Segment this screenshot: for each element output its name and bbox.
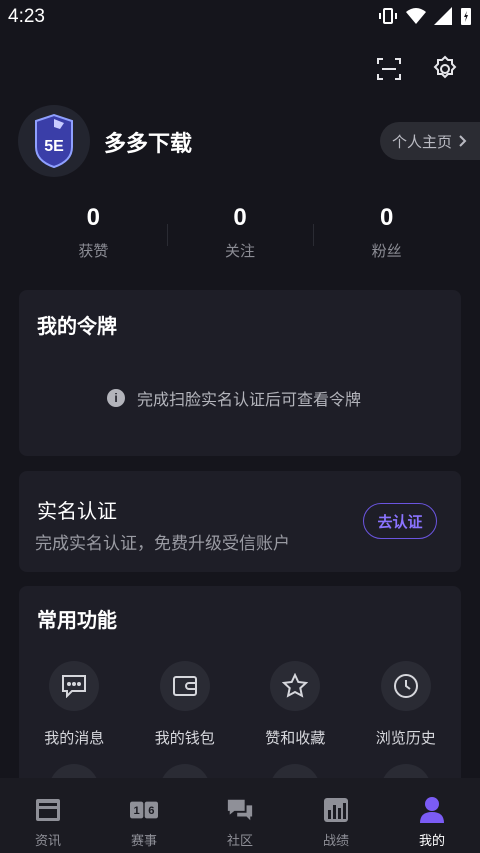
tab-label: 我的 xyxy=(418,833,445,848)
function-label: 赞和收藏 xyxy=(265,730,326,747)
function-messages[interactable]: 我的消息 xyxy=(19,661,130,748)
function-row2-slot xyxy=(19,764,130,778)
functions-card: 常用功能 我的消息 我的钱包 赞和收藏 浏览历史 xyxy=(19,586,461,778)
stat-value: 0 xyxy=(380,204,394,231)
scan-icon[interactable] xyxy=(374,54,404,84)
tab-label: 战绩 xyxy=(322,833,349,848)
verify-card-subtitle: 完成实名认证，免费升级受信账户 xyxy=(35,534,290,553)
tab-label: 社区 xyxy=(226,833,253,848)
wallet-icon xyxy=(159,661,210,711)
tab-label: 赛事 xyxy=(130,833,157,848)
star-icon xyxy=(270,661,321,711)
tab-me[interactable]: 我的 xyxy=(384,778,480,853)
svg-text:6: 6 xyxy=(148,805,154,817)
hidden-function-icon xyxy=(49,764,100,778)
status-icons xyxy=(378,6,472,26)
tab-matches[interactable]: 16 赛事 xyxy=(96,778,192,853)
stat-likes[interactable]: 0 获赞 xyxy=(20,204,167,268)
chevron-right-icon xyxy=(459,135,467,147)
wifi-icon xyxy=(406,8,426,24)
profile-homepage-button[interactable]: 个人主页 xyxy=(380,122,480,160)
function-wallet[interactable]: 我的钱包 xyxy=(130,661,241,748)
tab-stats[interactable]: 战绩 xyxy=(288,778,384,853)
vibrate-icon xyxy=(379,8,397,24)
top-actions xyxy=(374,54,460,84)
stat-value: 0 xyxy=(86,204,101,231)
info-icon: i xyxy=(107,389,125,407)
stat-label: 粉丝 xyxy=(371,243,402,260)
token-card: 我的令牌 i 完成扫脸实名认证后可查看令牌 xyxy=(19,290,461,456)
verify-card: 实名认证 完成实名认证，免费升级受信账户 去认证 xyxy=(19,471,461,572)
stat-label: 关注 xyxy=(225,243,256,260)
stat-following[interactable]: 0 关注 xyxy=(166,204,314,268)
token-card-title: 我的令牌 xyxy=(37,316,117,338)
hidden-function-icon xyxy=(380,764,431,778)
verify-button[interactable]: 去认证 xyxy=(363,503,437,539)
verify-card-title: 实名认证 xyxy=(37,501,117,523)
message-icon xyxy=(49,661,100,711)
stat-fans[interactable]: 0 粉丝 xyxy=(313,204,460,268)
stat-label: 获赞 xyxy=(78,243,109,260)
function-label: 我的消息 xyxy=(44,730,105,747)
stat-value: 0 xyxy=(233,204,247,231)
stats-row: 0 获赞 0 关注 0 粉丝 xyxy=(20,204,460,268)
token-message-text: 完成扫脸实名认证后可查看令牌 xyxy=(137,392,362,409)
functions-title: 常用功能 xyxy=(37,610,117,632)
function-label: 我的钱包 xyxy=(154,730,215,747)
stats-icon xyxy=(322,796,350,824)
user-icon xyxy=(418,796,446,824)
svg-text:5E: 5E xyxy=(44,138,64,155)
match-icon: 16 xyxy=(130,796,158,824)
functions-grid-row2 xyxy=(19,764,461,778)
clock-icon xyxy=(380,661,431,711)
hidden-function-icon xyxy=(270,764,321,778)
function-history[interactable]: 浏览历史 xyxy=(351,661,462,748)
function-row2-slot xyxy=(240,764,351,778)
tab-label: 资讯 xyxy=(34,833,61,848)
profile-homepage-label: 个人主页 xyxy=(392,133,453,151)
function-favorites[interactable]: 赞和收藏 xyxy=(240,661,351,748)
username: 多多下载 xyxy=(104,131,193,156)
functions-grid: 我的消息 我的钱包 赞和收藏 浏览历史 xyxy=(19,661,461,748)
tab-news[interactable]: 资讯 xyxy=(0,778,96,853)
function-label: 浏览历史 xyxy=(375,730,436,747)
function-row2-slot xyxy=(130,764,241,778)
community-icon xyxy=(226,796,254,824)
svg-text:1: 1 xyxy=(134,805,140,817)
token-message: i 完成扫脸实名认证后可查看令牌 xyxy=(107,386,361,410)
avatar[interactable]: 5E xyxy=(18,105,90,177)
status-time: 4:23 xyxy=(8,6,45,27)
battery-icon xyxy=(461,8,471,25)
tab-community[interactable]: 社区 xyxy=(192,778,288,853)
5e-logo-icon: 5E xyxy=(35,113,73,169)
status-bar: 4:23 xyxy=(0,0,480,34)
bottom-tab-bar: 资讯 16 赛事 社区 战绩 我的 xyxy=(0,778,480,853)
function-row2-slot xyxy=(351,764,462,778)
hidden-function-icon xyxy=(159,764,210,778)
settings-gear-icon[interactable] xyxy=(430,54,460,84)
signal-icon xyxy=(434,7,452,25)
news-icon xyxy=(34,796,62,824)
